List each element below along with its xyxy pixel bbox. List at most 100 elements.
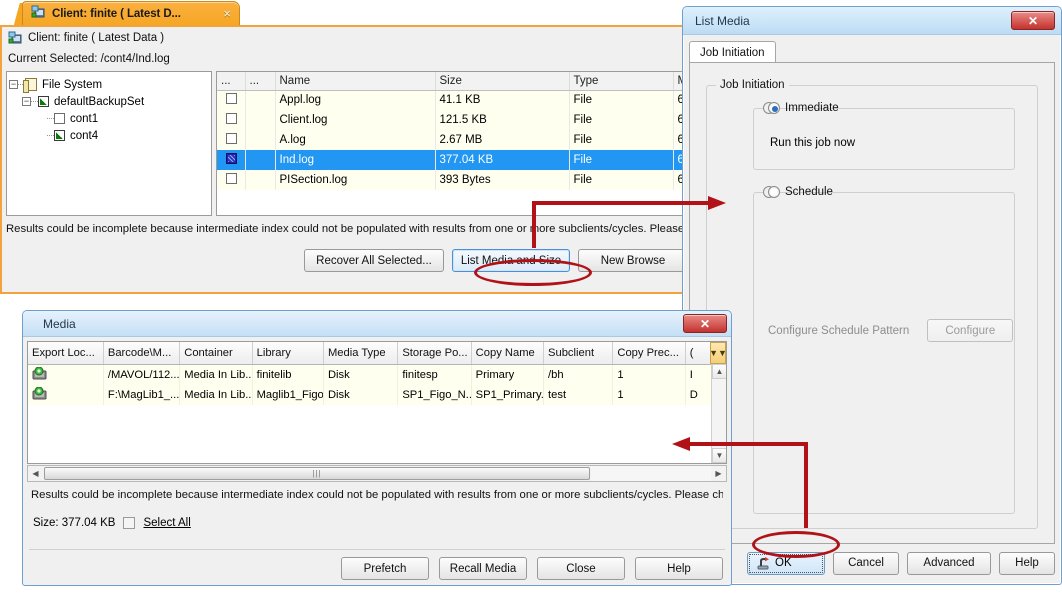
tab-client-finite[interactable]: Client: finite ( Latest D... × <box>22 1 240 26</box>
table-row[interactable]: PISection.log 393 Bytes File 6 <box>217 170 690 190</box>
file-size: 377.04 KB <box>435 150 569 170</box>
column-header-container[interactable]: Container <box>180 342 252 364</box>
row-checkbox-cell[interactable] <box>217 150 245 170</box>
ok-button[interactable]: OK <box>747 552 825 575</box>
list-media-and-size-button[interactable]: List Media and Size <box>452 249 570 272</box>
column-header-subclient[interactable]: Subclient <box>544 342 613 364</box>
column-header-media-type[interactable]: Media Type <box>323 342 397 364</box>
media-title-bar: Media ✕ <box>23 311 731 337</box>
new-browse-button[interactable]: New Browse <box>578 249 688 272</box>
table-row[interactable]: /MAVOL/112... Media In Lib... finitelib … <box>28 364 726 385</box>
close-icon[interactable]: ✕ <box>683 314 727 333</box>
media-tape-icon <box>32 387 47 400</box>
column-header-copy-precedence[interactable]: Copy Prec... <box>613 342 685 364</box>
tree-node-label: defaultBackupSet <box>54 96 144 108</box>
tree-node-cont1[interactable]: cont1 <box>9 110 209 127</box>
row-checkbox-cell[interactable] <box>217 110 245 130</box>
file-list-table: ... ... Name Size Type M <box>217 72 690 190</box>
media-subclient: /bh <box>544 364 613 385</box>
column-header-storage-policy[interactable]: Storage Po... <box>398 342 471 364</box>
media-horizontal-scrollbar[interactable]: ◀ ||| ▶ <box>27 465 727 482</box>
row-checkbox-icon[interactable] <box>226 113 237 124</box>
horizontal-scroll-track[interactable] <box>591 466 711 481</box>
advanced-button[interactable]: Advanced <box>907 552 991 575</box>
table-row[interactable]: Appl.log 41.1 KB File 6 <box>217 90 690 110</box>
scroll-right-arrow-icon[interactable]: ▶ <box>711 466 726 481</box>
media-copy-precedence: 1 <box>613 385 685 405</box>
tab-close-icon[interactable]: × <box>223 6 231 21</box>
tree-node-default-backup-set[interactable]: − defaultBackupSet <box>9 93 209 110</box>
media-table-pane[interactable]: Export Loc... Barcode\M... Container Lib… <box>27 341 727 464</box>
empty-check-box-icon[interactable] <box>54 113 65 124</box>
media-button-bar: Prefetch Recall Media Close Help <box>341 557 723 580</box>
recall-media-button[interactable]: Recall Media <box>439 557 527 580</box>
row-icon-cell <box>245 90 275 110</box>
close-icon[interactable]: ✕ <box>1011 11 1055 30</box>
scroll-up-arrow-icon[interactable]: ▲ <box>712 364 727 379</box>
prefetch-button[interactable]: Prefetch <box>341 557 429 580</box>
media-subclient: test <box>544 385 613 405</box>
recover-all-selected-button[interactable]: Recover All Selected... <box>304 249 444 272</box>
green-check-box-icon[interactable] <box>54 130 65 141</box>
browse-warning-message: Results could be incomplete because inte… <box>6 223 690 241</box>
job-initiation-group-label: Job Initiation <box>716 79 789 91</box>
column-header-barcode[interactable]: Barcode\M... <box>103 342 179 364</box>
table-row-selected[interactable]: Ind.log 377.04 KB File 6 <box>217 150 690 170</box>
column-header-size[interactable]: Size <box>435 72 569 90</box>
column-header-type[interactable]: Type <box>569 72 673 90</box>
schedule-radio-icon[interactable] <box>768 186 780 198</box>
column-header-copy-name[interactable]: Copy Name <box>471 342 543 364</box>
file-system-tree[interactable]: − File System − defaultBackupSet <box>6 71 212 216</box>
media-dialog: Media ✕ Export Loc... Barcode\M... Cont <box>22 310 732 586</box>
row-checkbox-cell[interactable] <box>217 90 245 110</box>
media-type: Disk <box>323 364 397 385</box>
list-media-dialog: List Media ✕ Job Initiation Job Initiati… <box>682 6 1062 585</box>
help-button[interactable]: Help <box>635 557 723 580</box>
file-type: File <box>569 150 673 170</box>
scroll-down-arrow-icon[interactable]: ▼ <box>712 448 727 463</box>
column-chooser-icon[interactable]: ▼▼ <box>710 342 726 364</box>
row-checkbox-cell[interactable] <box>217 130 245 150</box>
expander-collapse-icon[interactable]: − <box>9 80 18 89</box>
immediate-radio-icon[interactable] <box>768 102 780 114</box>
table-row[interactable]: Client.log 121.5 KB File 6 <box>217 110 690 130</box>
table-row[interactable]: F:\MagLib1_... Media In Lib... Maglib1_F… <box>28 385 726 405</box>
row-checkbox-icon[interactable] <box>226 133 237 144</box>
file-name: A.log <box>275 130 435 150</box>
file-type: File <box>569 130 673 150</box>
tab-job-initiation[interactable]: Job Initiation <box>689 41 776 63</box>
column-header-name[interactable]: Name <box>275 72 435 90</box>
help-button[interactable]: Help <box>999 552 1055 575</box>
file-list-pane[interactable]: ... ... Name Size Type M <box>216 71 690 216</box>
green-check-box-icon[interactable] <box>38 96 49 107</box>
column-header-library[interactable]: Library <box>252 342 323 364</box>
media-dialog-body: Export Loc... Barcode\M... Container Lib… <box>27 341 727 581</box>
tree-node-file-system[interactable]: − File System <box>9 76 209 93</box>
select-all-label[interactable]: Select All <box>143 517 190 529</box>
row-checkbox-icon[interactable] <box>226 173 237 184</box>
scroll-left-arrow-icon[interactable]: ◀ <box>28 466 43 481</box>
schedule-radio-row[interactable]: Schedule <box>763 186 775 198</box>
cancel-button[interactable]: Cancel <box>833 552 899 575</box>
column-header-0[interactable]: ... <box>217 72 245 90</box>
horizontal-scroll-thumb[interactable]: ||| <box>44 467 590 480</box>
row-checkbox-cell[interactable] <box>217 170 245 190</box>
expander-collapse-icon[interactable]: − <box>22 97 31 106</box>
immediate-radio-row[interactable]: Immediate <box>763 102 775 114</box>
file-size: 41.1 KB <box>435 90 569 110</box>
select-all-checkbox[interactable] <box>123 517 135 529</box>
row-checkbox-icon[interactable] <box>226 93 237 104</box>
table-row[interactable]: A.log 2.67 MB File 6 <box>217 130 690 150</box>
close-button[interactable]: Close <box>537 557 625 580</box>
tree-node-label: cont1 <box>70 113 98 125</box>
tree-node-cont4[interactable]: cont4 <box>9 127 209 144</box>
row-icon-cell <box>245 110 275 130</box>
media-icon-cell <box>28 364 103 385</box>
media-vertical-scrollbar[interactable]: ▲ ▼ <box>711 364 726 463</box>
media-container: Media In Lib... <box>180 364 252 385</box>
column-header-1[interactable]: ... <box>245 72 275 90</box>
media-table: Export Loc... Barcode\M... Container Lib… <box>28 342 726 405</box>
configure-button: Configure <box>927 319 1013 342</box>
row-checkbox-checked-icon[interactable] <box>226 153 237 164</box>
column-header-export-location[interactable]: Export Loc... <box>28 342 103 364</box>
